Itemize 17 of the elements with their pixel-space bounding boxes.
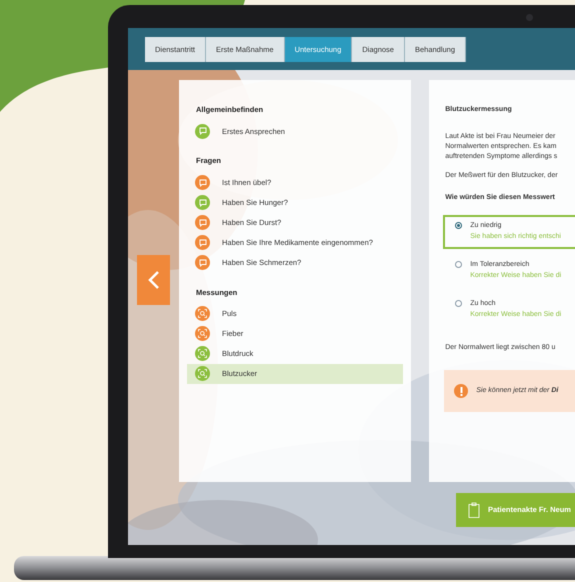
chat-icon bbox=[198, 238, 206, 246]
radio-button[interactable] bbox=[455, 260, 462, 268]
scan-icon bbox=[198, 329, 207, 338]
chat-icon bbox=[198, 198, 206, 206]
scan-icon bbox=[198, 349, 207, 358]
clipboard-icon bbox=[468, 502, 480, 518]
chat-icon bbox=[198, 218, 206, 226]
chat-icon bbox=[198, 127, 206, 136]
chat-icon bbox=[198, 178, 206, 186]
radio-button[interactable] bbox=[455, 300, 462, 306]
chevron-left-icon bbox=[148, 270, 160, 290]
scan-icon bbox=[198, 369, 207, 378]
warning-icon bbox=[454, 384, 468, 398]
chat-icon bbox=[198, 258, 206, 266]
back-button[interactable] bbox=[137, 255, 170, 305]
scan-icon bbox=[198, 309, 207, 318]
radio-button[interactable] bbox=[455, 222, 462, 228]
